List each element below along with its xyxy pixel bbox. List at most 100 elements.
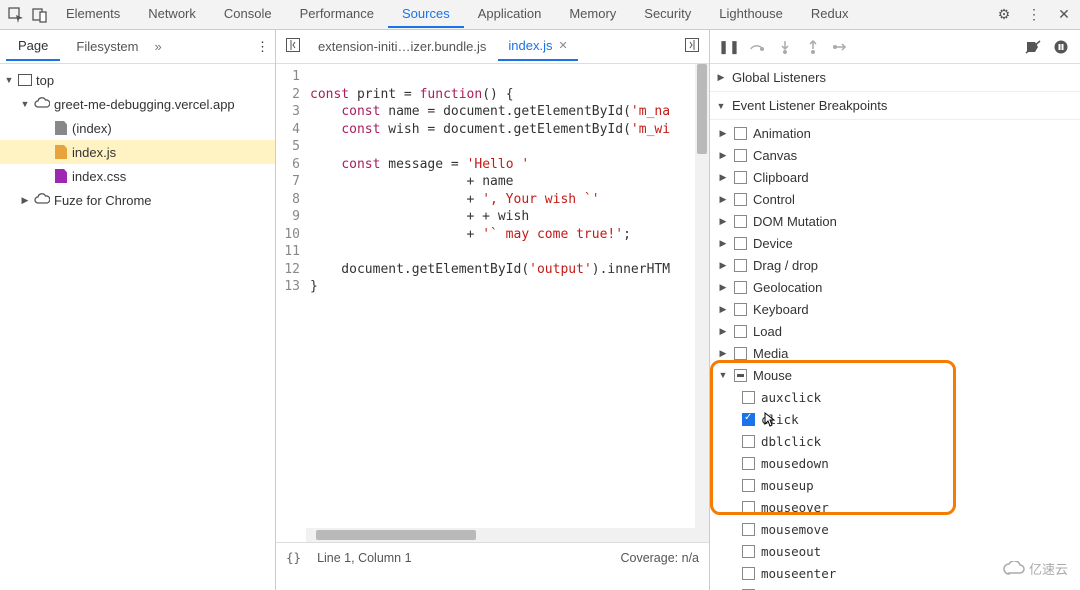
device-toggle-icon[interactable] bbox=[28, 3, 52, 27]
settings-gear-icon[interactable]: ⚙ bbox=[992, 3, 1016, 27]
expand-right-icon[interactable]: ▶ bbox=[718, 326, 728, 337]
deactivate-breakpoints-icon[interactable] bbox=[1024, 40, 1042, 54]
vertical-scrollbar[interactable] bbox=[695, 64, 709, 530]
checkbox[interactable] bbox=[734, 237, 747, 250]
checkbox[interactable] bbox=[734, 127, 747, 140]
event-category-keyboard[interactable]: ▶Keyboard bbox=[710, 298, 1080, 320]
expand-right-icon[interactable]: ▶ bbox=[716, 72, 726, 83]
event-category-dom-mutation[interactable]: ▶DOM Mutation bbox=[710, 210, 1080, 232]
tree-extension[interactable]: ▶ Fuze for Chrome bbox=[0, 188, 275, 212]
checkbox[interactable] bbox=[742, 435, 755, 448]
event-category-control[interactable]: ▶Control bbox=[710, 188, 1080, 210]
event-click[interactable]: click bbox=[710, 408, 1080, 430]
checkbox[interactable] bbox=[742, 391, 755, 404]
scrollbar-thumb[interactable] bbox=[316, 530, 476, 540]
expand-down-icon[interactable]: ▼ bbox=[4, 75, 14, 85]
checkbox[interactable] bbox=[742, 523, 755, 536]
tab-application[interactable]: Application bbox=[464, 1, 556, 28]
tab-elements[interactable]: Elements bbox=[52, 1, 134, 28]
checkbox[interactable] bbox=[742, 479, 755, 492]
checkbox[interactable] bbox=[742, 567, 755, 580]
section-event-breakpoints[interactable]: ▼ Event Listener Breakpoints bbox=[710, 92, 1080, 120]
expand-right-icon[interactable]: ▶ bbox=[718, 348, 728, 359]
checkbox[interactable] bbox=[734, 215, 747, 228]
checkbox[interactable] bbox=[734, 149, 747, 162]
checkbox[interactable] bbox=[742, 457, 755, 470]
checkbox[interactable] bbox=[734, 259, 747, 272]
pause-icon[interactable]: ❚❚ bbox=[720, 39, 738, 55]
pretty-print-icon[interactable]: {} bbox=[286, 550, 301, 565]
tree-top[interactable]: ▼ top bbox=[0, 68, 275, 92]
expand-right-icon[interactable]: ▶ bbox=[718, 128, 728, 139]
expand-right-icon[interactable]: ▶ bbox=[20, 195, 30, 206]
step-icon[interactable] bbox=[832, 41, 850, 53]
hide-debugger-icon[interactable] bbox=[679, 38, 705, 55]
step-out-icon[interactable] bbox=[804, 40, 822, 54]
checkbox[interactable] bbox=[734, 369, 747, 382]
expand-right-icon[interactable]: ▶ bbox=[718, 304, 728, 315]
expand-down-icon[interactable]: ▼ bbox=[718, 370, 728, 380]
event-mousemove[interactable]: mousemove bbox=[710, 518, 1080, 540]
checkbox[interactable] bbox=[734, 347, 747, 360]
expand-right-icon[interactable]: ▶ bbox=[718, 150, 728, 161]
expand-right-icon[interactable]: ▶ bbox=[718, 238, 728, 249]
checkbox[interactable] bbox=[742, 501, 755, 514]
nav-tab-page[interactable]: Page bbox=[6, 32, 60, 61]
nav-more-chevrons-icon[interactable]: » bbox=[155, 39, 162, 54]
tab-network[interactable]: Network bbox=[134, 1, 210, 28]
expand-right-icon[interactable]: ▶ bbox=[718, 172, 728, 183]
tab-memory[interactable]: Memory bbox=[555, 1, 630, 28]
nav-tab-filesystem[interactable]: Filesystem bbox=[64, 33, 150, 60]
event-category-drag-drop[interactable]: ▶Drag / drop bbox=[710, 254, 1080, 276]
tab-security[interactable]: Security bbox=[630, 1, 705, 28]
section-global-listeners[interactable]: ▶ Global Listeners bbox=[710, 64, 1080, 92]
checkbox[interactable] bbox=[734, 171, 747, 184]
close-devtools-icon[interactable]: ✕ bbox=[1052, 3, 1076, 27]
event-category-mouse[interactable]: ▼Mouse bbox=[710, 364, 1080, 386]
tab-sources[interactable]: Sources bbox=[388, 1, 464, 28]
event-category-geolocation[interactable]: ▶Geolocation bbox=[710, 276, 1080, 298]
expand-down-icon[interactable]: ▼ bbox=[716, 101, 726, 111]
step-over-icon[interactable] bbox=[748, 41, 766, 53]
close-tab-icon[interactable]: ✕ bbox=[558, 39, 567, 52]
checkbox[interactable] bbox=[734, 303, 747, 316]
checkbox[interactable] bbox=[734, 281, 747, 294]
event-auxclick[interactable]: auxclick bbox=[710, 386, 1080, 408]
code-area[interactable]: 12345678910111213 const print = function… bbox=[276, 64, 709, 542]
checkbox[interactable] bbox=[734, 325, 747, 338]
event-category-media[interactable]: ▶Media bbox=[710, 342, 1080, 364]
checkbox[interactable] bbox=[742, 545, 755, 558]
event-category-canvas[interactable]: ▶Canvas bbox=[710, 144, 1080, 166]
more-vert-icon[interactable]: ⋮ bbox=[1022, 3, 1046, 27]
tree-file-index-css[interactable]: index.css bbox=[0, 164, 275, 188]
hide-navigator-icon[interactable] bbox=[280, 38, 306, 55]
nav-more-vert-icon[interactable]: ⋮ bbox=[256, 39, 269, 55]
event-dblclick[interactable]: dblclick bbox=[710, 430, 1080, 452]
tree-file-index-js[interactable]: index.js bbox=[0, 140, 275, 164]
tab-redux[interactable]: Redux bbox=[797, 1, 863, 28]
checkbox[interactable] bbox=[742, 413, 755, 426]
event-mouseover[interactable]: mouseover bbox=[710, 496, 1080, 518]
tree-domain[interactable]: ▼ greet-me-debugging.vercel.app bbox=[0, 92, 275, 116]
event-category-animation[interactable]: ▶Animation bbox=[710, 122, 1080, 144]
file-tab-indexjs[interactable]: index.js ✕ bbox=[498, 32, 577, 61]
file-tab-extension[interactable]: extension-initi…izer.bundle.js bbox=[308, 33, 496, 60]
event-category-device[interactable]: ▶Device bbox=[710, 232, 1080, 254]
checkbox[interactable] bbox=[734, 193, 747, 206]
tab-console[interactable]: Console bbox=[210, 1, 286, 28]
expand-right-icon[interactable]: ▶ bbox=[718, 194, 728, 205]
tab-lighthouse[interactable]: Lighthouse bbox=[705, 1, 797, 28]
tree-file-index-html[interactable]: (index) bbox=[0, 116, 275, 140]
tab-performance[interactable]: Performance bbox=[286, 1, 388, 28]
expand-right-icon[interactable]: ▶ bbox=[718, 282, 728, 293]
scrollbar-thumb[interactable] bbox=[697, 64, 707, 154]
expand-down-icon[interactable]: ▼ bbox=[20, 99, 30, 109]
horizontal-scrollbar[interactable] bbox=[306, 528, 709, 542]
event-mouseleave[interactable]: mouseleave bbox=[710, 584, 1080, 590]
expand-right-icon[interactable]: ▶ bbox=[718, 216, 728, 227]
event-category-clipboard[interactable]: ▶Clipboard bbox=[710, 166, 1080, 188]
step-into-icon[interactable] bbox=[776, 40, 794, 54]
expand-right-icon[interactable]: ▶ bbox=[718, 260, 728, 271]
event-mouseup[interactable]: mouseup bbox=[710, 474, 1080, 496]
event-mousedown[interactable]: mousedown bbox=[710, 452, 1080, 474]
